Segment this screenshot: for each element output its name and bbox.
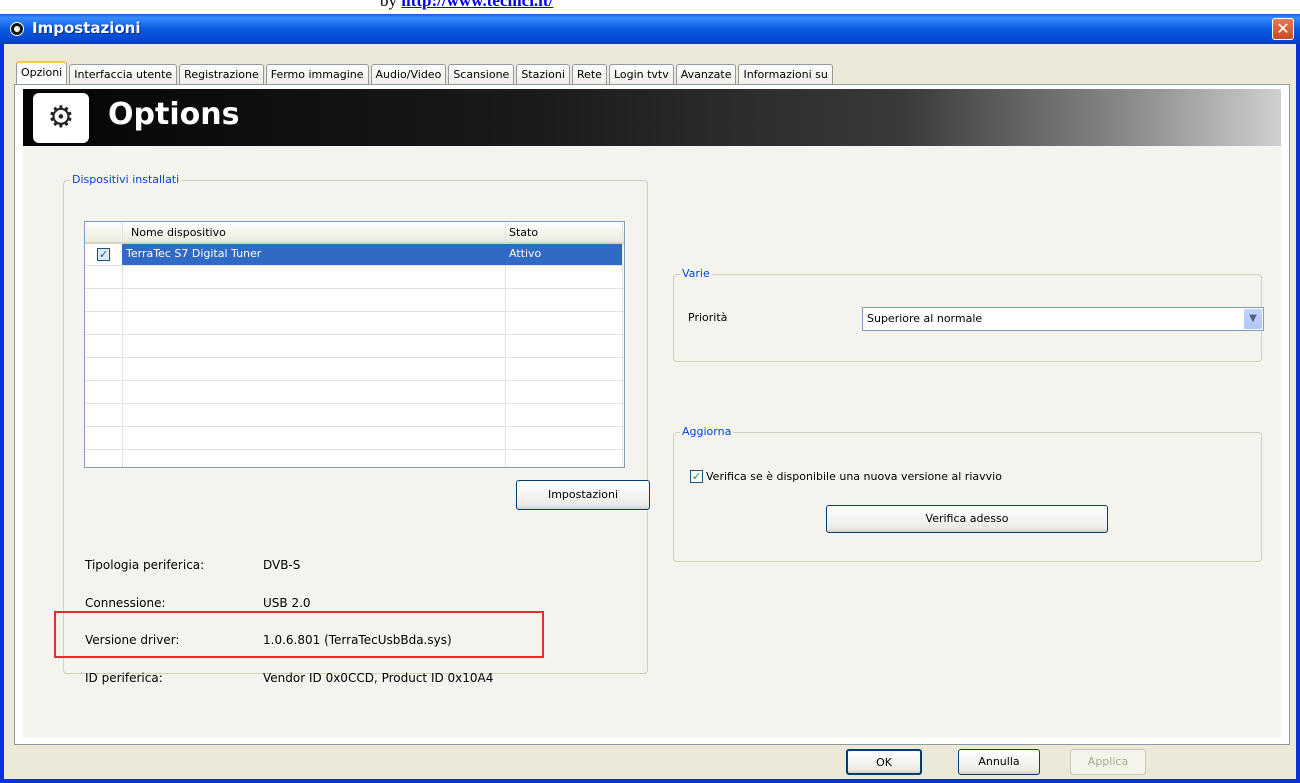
device-id-value: Vendor ID 0x0CCD, Product ID 0x10A4 <box>263 671 494 685</box>
row-divider <box>85 288 624 289</box>
device-status-cell: Attivo <box>509 247 542 260</box>
window-title: Impostazioni <box>32 19 141 37</box>
close-icon: ✕ <box>1276 19 1290 38</box>
title-bar[interactable]: Impostazioni ✕ <box>0 14 1300 44</box>
misc-group: Varie Priorità Superiore al normale ▼ <box>673 267 1264 362</box>
device-settings-button[interactable]: Impostazioni <box>516 480 650 510</box>
connection-value: USB 2.0 <box>263 596 311 610</box>
device-type-value: DVB-S <box>263 558 301 572</box>
row-divider <box>85 334 624 335</box>
gears-icon: ⚙ <box>33 93 89 143</box>
device-name-cell: TerraTec S7 Digital Tuner <box>126 247 262 260</box>
priority-label: Priorità <box>688 311 728 324</box>
column-header-name[interactable]: Nome dispositivo <box>131 226 226 239</box>
tab-avanzate[interactable]: Avanzate <box>675 64 737 84</box>
row-divider <box>85 403 624 404</box>
driver-version-highlight <box>54 611 544 658</box>
device-enabled-checkbox[interactable]: ✓ <box>97 248 110 261</box>
close-button[interactable]: ✕ <box>1272 18 1294 40</box>
dialog-footer: OK Annulla Applica <box>4 749 1296 779</box>
tab-stazioni[interactable]: Stazioni <box>516 64 570 84</box>
tab-panel-opzioni: ⚙ Options Dispositivi installati Nome di… <box>14 84 1290 745</box>
options-content: Dispositivi installati Nome dispositivo … <box>23 146 1281 738</box>
tab-rete[interactable]: Rete <box>571 64 607 84</box>
tab-opzioni[interactable]: Opzioni <box>16 61 68 84</box>
priority-select[interactable]: Superiore al normale ▼ <box>862 307 1264 331</box>
update-group: Aggiorna ✓ Verifica se è disponibile una… <box>673 425 1262 562</box>
row-divider <box>85 426 624 427</box>
credit-prefix: by <box>380 0 397 10</box>
priority-selected-value: Superiore al normale <box>867 312 983 325</box>
tab-fermo-immagine[interactable]: Fermo immagine <box>265 64 369 84</box>
row-divider <box>85 311 624 312</box>
settings-window: Impostazioni ✕ Opzioni Interfaccia utent… <box>0 14 1300 783</box>
tab-login-tvtv[interactable]: Login tvtv <box>608 64 674 84</box>
column-header-status[interactable]: Stato <box>509 226 538 239</box>
column-divider <box>622 222 623 467</box>
tab-interfaccia-utente[interactable]: Interfaccia utente <box>69 64 178 84</box>
device-id-label: ID periferica: <box>85 671 163 685</box>
connection-label: Connessione: <box>85 596 166 610</box>
check-updates-label: Verifica se è disponibile una nuova vers… <box>706 470 1002 483</box>
tab-informazioni-su[interactable]: Informazioni su <box>738 64 833 84</box>
device-type-label: Tipologia periferica: <box>85 558 205 572</box>
devices-list[interactable]: Nome dispositivo Stato ✓ TerraTec S7 Dig… <box>84 221 625 468</box>
row-divider <box>85 380 624 381</box>
tab-scansione[interactable]: Scansione <box>448 64 515 84</box>
check-updates-checkbox[interactable]: ✓ <box>690 470 703 483</box>
app-icon <box>10 22 24 36</box>
credit-link[interactable]: http://www.tecnici.it/ <box>401 0 553 10</box>
apply-button[interactable]: Applica <box>1070 749 1146 775</box>
dialog-body: Opzioni Interfaccia utente Registrazione… <box>4 44 1296 779</box>
row-divider <box>85 265 624 266</box>
tab-strip: Opzioni Interfaccia utente Registrazione… <box>16 61 835 84</box>
banner-title: Options <box>108 97 240 132</box>
tab-registrazione[interactable]: Registrazione <box>179 64 264 84</box>
check-now-button[interactable]: Verifica adesso <box>826 505 1108 533</box>
update-legend: Aggiorna <box>680 425 734 438</box>
ok-button[interactable]: OK <box>846 749 922 775</box>
source-credit: by http://www.tecnici.it/ <box>380 0 553 11</box>
options-banner: ⚙ Options <box>23 89 1281 146</box>
cancel-button[interactable]: Annulla <box>958 749 1040 775</box>
row-divider <box>85 449 624 450</box>
misc-legend: Varie <box>680 267 712 280</box>
installed-devices-legend: Dispositivi installati <box>70 173 182 186</box>
devices-list-header: Nome dispositivo Stato <box>85 222 624 244</box>
chevron-down-icon[interactable]: ▼ <box>1244 309 1262 329</box>
tab-audio-video[interactable]: Audio/Video <box>370 64 447 84</box>
row-divider <box>85 357 624 358</box>
